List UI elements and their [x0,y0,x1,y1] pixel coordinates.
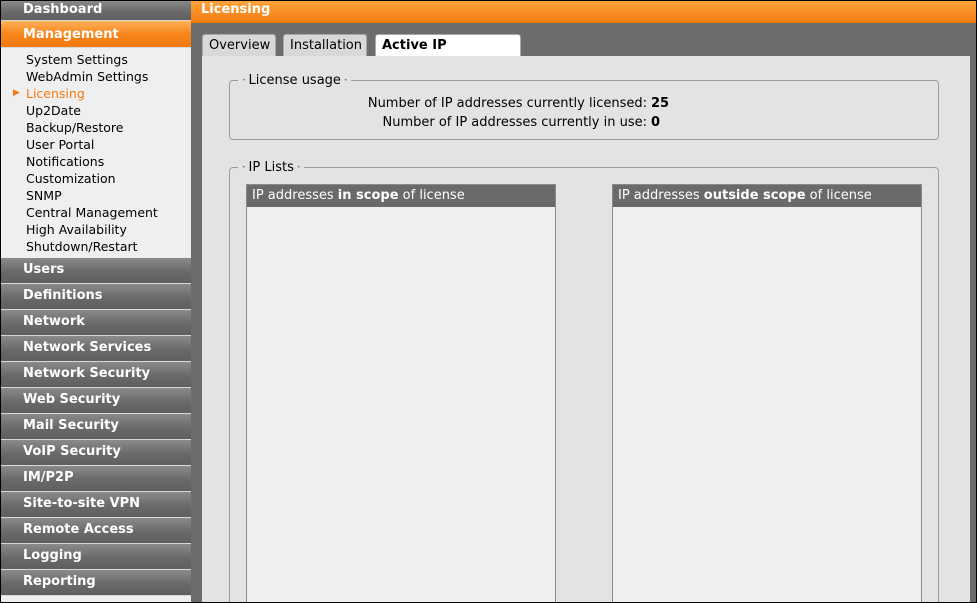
license-usage-legend: License usage [238,73,352,88]
sidebar-item-licensing[interactable]: ▶ Licensing [1,85,191,102]
page-title: Licensing [191,1,976,23]
nav-definitions[interactable]: Definitions [1,284,191,310]
sidebar-item-notifications[interactable]: Notifications [1,153,191,170]
in-use-label: Number of IP addresses currently in use: [382,115,647,130]
in-scope-list-header: IP addresses in scope of license [247,185,555,207]
app-frame: Dashboard Management System Settings WebA… [0,0,977,603]
nav-network-services[interactable]: Network Services [1,336,191,362]
sidebar-item-system-settings[interactable]: System Settings [1,51,191,68]
main-area: Licensing Overview Installation Active I… [191,1,976,602]
nav-dashboard[interactable]: Dashboard [1,1,191,21]
sidebar-item-snmp[interactable]: SNMP [1,187,191,204]
sidebar-item-customization[interactable]: Customization [1,170,191,187]
sidebar-item-central-management[interactable]: Central Management [1,204,191,221]
licensed-row: Number of IP addresses currently license… [230,96,940,114]
sidebar-item-label: Backup/Restore [26,120,124,135]
sidebar: Dashboard Management System Settings WebA… [1,1,191,602]
in-use-row: Number of IP addresses currently in use:… [230,115,940,133]
outside-scope-list[interactable]: IP addresses outside scope of license [612,184,922,602]
ip-lists-box: IP Lists IP addresses in scope of licens… [229,160,939,602]
sidebar-item-user-portal[interactable]: User Portal [1,136,191,153]
sidebar-item-webadmin-settings[interactable]: WebAdmin Settings [1,68,191,85]
sidebar-item-high-availability[interactable]: High Availability [1,221,191,238]
sidebar-item-label: SNMP [26,188,62,203]
licensed-value: 25 [651,96,670,111]
outside-scope-list-header: IP addresses outside scope of license [613,185,921,207]
sidebar-item-label: Central Management [26,205,158,220]
management-submenu: System Settings WebAdmin Settings ▶ Licensi… [1,48,191,258]
sidebar-item-shutdown-restart[interactable]: Shutdown/Restart [1,238,191,255]
license-usage-box: License usage Number of IP addresses cur… [229,73,940,140]
nav-management[interactable]: Management [1,21,191,48]
nav-im-p2p[interactable]: IM/P2P [1,466,191,492]
sidebar-item-label: Licensing [26,86,85,101]
tab-overview[interactable]: Overview [202,34,276,56]
sidebar-item-up2date[interactable]: Up2Date [1,102,191,119]
nav-reporting[interactable]: Reporting [1,570,191,596]
nav-network[interactable]: Network [1,310,191,336]
licensed-label: Number of IP addresses currently license… [367,96,647,111]
tab-active-ip-addresses[interactable]: Active IP Addresses [375,34,521,75]
nav-web-security[interactable]: Web Security [1,388,191,414]
in-scope-list[interactable]: IP addresses in scope of license [246,184,556,602]
sidebar-item-label: WebAdmin Settings [26,69,149,84]
sidebar-item-label: Notifications [26,154,105,169]
current-arrow-icon: ▶ [13,88,20,98]
nav-network-security[interactable]: Network Security [1,362,191,388]
nav-sections: Users Definitions Network Network Services N… [1,258,191,596]
nav-logging[interactable]: Logging [1,544,191,570]
sidebar-item-label: Up2Date [26,103,81,118]
sidebar-item-label: System Settings [26,52,128,67]
nav-remote-access[interactable]: Remote Access [1,518,191,544]
sidebar-item-label: User Portal [26,137,95,152]
sidebar-item-label: Shutdown/Restart [26,239,138,254]
nav-users[interactable]: Users [1,258,191,284]
sidebar-item-label: Customization [26,171,116,186]
tab-installation[interactable]: Installation [283,34,367,56]
sidebar-item-label: High Availability [26,222,127,237]
tab-content: License usage Number of IP addresses cur… [202,56,970,602]
sidebar-item-backup-restore[interactable]: Backup/Restore [1,119,191,136]
in-use-value: 0 [651,115,661,130]
nav-mail-security[interactable]: Mail Security [1,414,191,440]
nav-site-to-site-vpn[interactable]: Site-to-site VPN [1,492,191,518]
nav-voip-security[interactable]: VoIP Security [1,440,191,466]
ip-lists-legend: IP Lists [238,160,305,175]
